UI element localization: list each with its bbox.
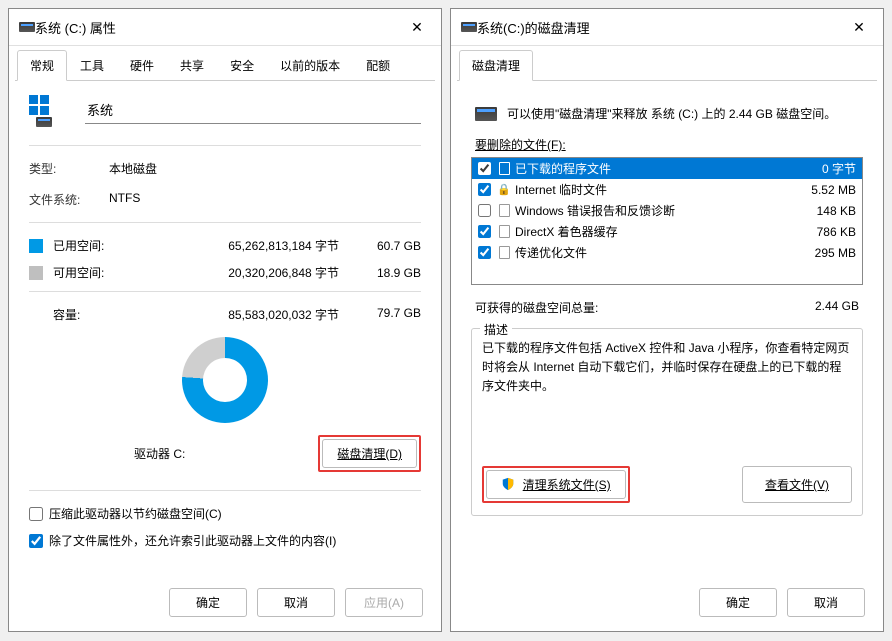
index-checkbox[interactable] [29, 534, 43, 548]
file-name: Windows 错误报告和反馈诊断 [515, 202, 790, 219]
file-checkbox[interactable] [478, 225, 491, 238]
tabs: 常规 工具 硬件 共享 安全 以前的版本 配额 [15, 50, 435, 81]
content-cleanup: 可以使用"磁盘清理"来释放 系统 (C:) 上的 2.44 GB 磁盘空间。 要… [451, 81, 883, 576]
disk-icon [461, 22, 477, 32]
cancel-button[interactable]: 取消 [257, 588, 335, 617]
capacity-gb: 79.7 GB [361, 306, 421, 323]
intro-text: 可以使用"磁盘清理"来释放 系统 (C:) 上的 2.44 GB 磁盘空间。 [507, 105, 859, 122]
highlight-box: 清理系统文件(S) [482, 466, 630, 503]
view-files-button[interactable]: 查看文件(V) [742, 466, 852, 503]
document-icon [497, 204, 511, 218]
file-item[interactable]: Windows 错误报告和反馈诊断 148 KB [472, 200, 862, 221]
highlight-box: 磁盘清理(D) [318, 435, 421, 472]
window-title: 系统(C:)的磁盘清理 [477, 18, 845, 37]
file-item[interactable]: 🔒 Internet 临时文件 5.52 MB [472, 179, 862, 200]
close-icon[interactable]: ✕ [403, 17, 431, 37]
window-title: 系统 (C:) 属性 [35, 18, 403, 37]
tab-disk-cleanup[interactable]: 磁盘清理 [459, 50, 533, 81]
description-legend: 描述 [480, 321, 512, 338]
titlebar: 系统 (C:) 属性 ✕ [9, 9, 441, 46]
file-name: Internet 临时文件 [515, 181, 790, 198]
file-list[interactable]: 已下载的程序文件 0 字节 🔒 Internet 临时文件 5.52 MB Wi… [471, 157, 863, 285]
free-bytes: 20,320,206,848 字节 [135, 264, 361, 281]
shield-icon [501, 477, 515, 491]
file-size: 148 KB [790, 204, 856, 218]
disk-cleanup-button[interactable]: 磁盘清理(D) [322, 439, 417, 468]
clean-system-files-button[interactable]: 清理系统文件(S) [486, 470, 626, 499]
compress-checkbox[interactable] [29, 507, 43, 521]
description-text: 已下载的程序文件包括 ActiveX 控件和 Java 小程序，你查看特定网页时… [482, 339, 852, 397]
file-item[interactable]: 传递优化文件 295 MB [472, 242, 862, 263]
close-icon[interactable]: ✕ [845, 17, 873, 37]
drive-label: 驱动器 C: [29, 445, 290, 462]
properties-window: 系统 (C:) 属性 ✕ 常规 工具 硬件 共享 安全 以前的版本 配额 类型:… [8, 8, 442, 632]
file-checkbox[interactable] [478, 246, 491, 259]
file-name: DirectX 着色器缓存 [515, 223, 790, 240]
used-bytes: 65,262,813,184 字节 [135, 237, 361, 254]
ok-button[interactable]: 确定 [699, 588, 777, 617]
file-size: 0 字节 [790, 160, 856, 177]
free-label: 可用空间: [53, 264, 135, 281]
tab-hardware[interactable]: 硬件 [117, 50, 167, 80]
description-fieldset: 描述 已下载的程序文件包括 ActiveX 控件和 Java 小程序，你查看特定… [471, 328, 863, 516]
free-color-icon [29, 266, 43, 280]
index-label: 除了文件属性外，还允许索引此驱动器上文件的内容(I) [49, 532, 336, 549]
windows-icon [29, 95, 49, 115]
file-item[interactable]: DirectX 着色器缓存 786 KB [472, 221, 862, 242]
tab-tools[interactable]: 工具 [67, 50, 117, 80]
volume-name-input[interactable] [85, 99, 421, 124]
footer: 确定 取消 应用(A) [9, 576, 441, 631]
document-icon [497, 246, 511, 260]
ok-button[interactable]: 确定 [169, 588, 247, 617]
tab-sharing[interactable]: 共享 [167, 50, 217, 80]
file-size: 786 KB [790, 225, 856, 239]
tab-security[interactable]: 安全 [217, 50, 267, 80]
type-label: 类型: [29, 160, 109, 177]
file-checkbox[interactable] [478, 204, 491, 217]
cancel-button[interactable]: 取消 [787, 588, 865, 617]
document-icon [497, 162, 511, 176]
file-size: 5.52 MB [790, 183, 856, 197]
used-gb: 60.7 GB [361, 239, 421, 253]
tab-quota[interactable]: 配额 [353, 50, 403, 80]
file-size: 295 MB [790, 246, 856, 260]
footer: 确定 取消 [451, 576, 883, 631]
compress-label: 压缩此驱动器以节约磁盘空间(C) [49, 505, 222, 522]
file-name: 传递优化文件 [515, 244, 790, 261]
titlebar: 系统(C:)的磁盘清理 ✕ [451, 9, 883, 46]
used-label: 已用空间: [53, 237, 135, 254]
disk-icon [475, 107, 497, 121]
cleanup-window: 系统(C:)的磁盘清理 ✕ 磁盘清理 可以使用"磁盘清理"来释放 系统 (C:)… [450, 8, 884, 632]
disk-icon [36, 117, 52, 127]
file-name: 已下载的程序文件 [515, 160, 790, 177]
file-item[interactable]: 已下载的程序文件 0 字节 [472, 158, 862, 179]
gain-value: 2.44 GB [815, 299, 859, 316]
type-value: 本地磁盘 [109, 160, 157, 177]
delete-files-label: 要删除的文件(F): [471, 136, 863, 157]
file-checkbox[interactable] [478, 162, 491, 175]
capacity-label: 容量: [53, 306, 135, 323]
capacity-bytes: 85,583,020,032 字节 [135, 306, 361, 323]
content-general: 类型:本地磁盘 文件系统:NTFS 已用空间: 65,262,813,184 字… [9, 81, 441, 576]
tabs: 磁盘清理 [457, 50, 877, 81]
tab-previous[interactable]: 以前的版本 [267, 50, 353, 80]
fs-value: NTFS [109, 191, 140, 208]
free-gb: 18.9 GB [361, 266, 421, 280]
apply-button[interactable]: 应用(A) [345, 588, 423, 617]
document-icon [497, 225, 511, 239]
lock-icon: 🔒 [497, 183, 511, 197]
usage-donut-chart [182, 337, 268, 423]
gain-label: 可获得的磁盘空间总量: [475, 299, 598, 316]
disk-icon [19, 22, 35, 32]
file-checkbox[interactable] [478, 183, 491, 196]
used-color-icon [29, 239, 43, 253]
fs-label: 文件系统: [29, 191, 109, 208]
tab-general[interactable]: 常规 [17, 50, 67, 81]
